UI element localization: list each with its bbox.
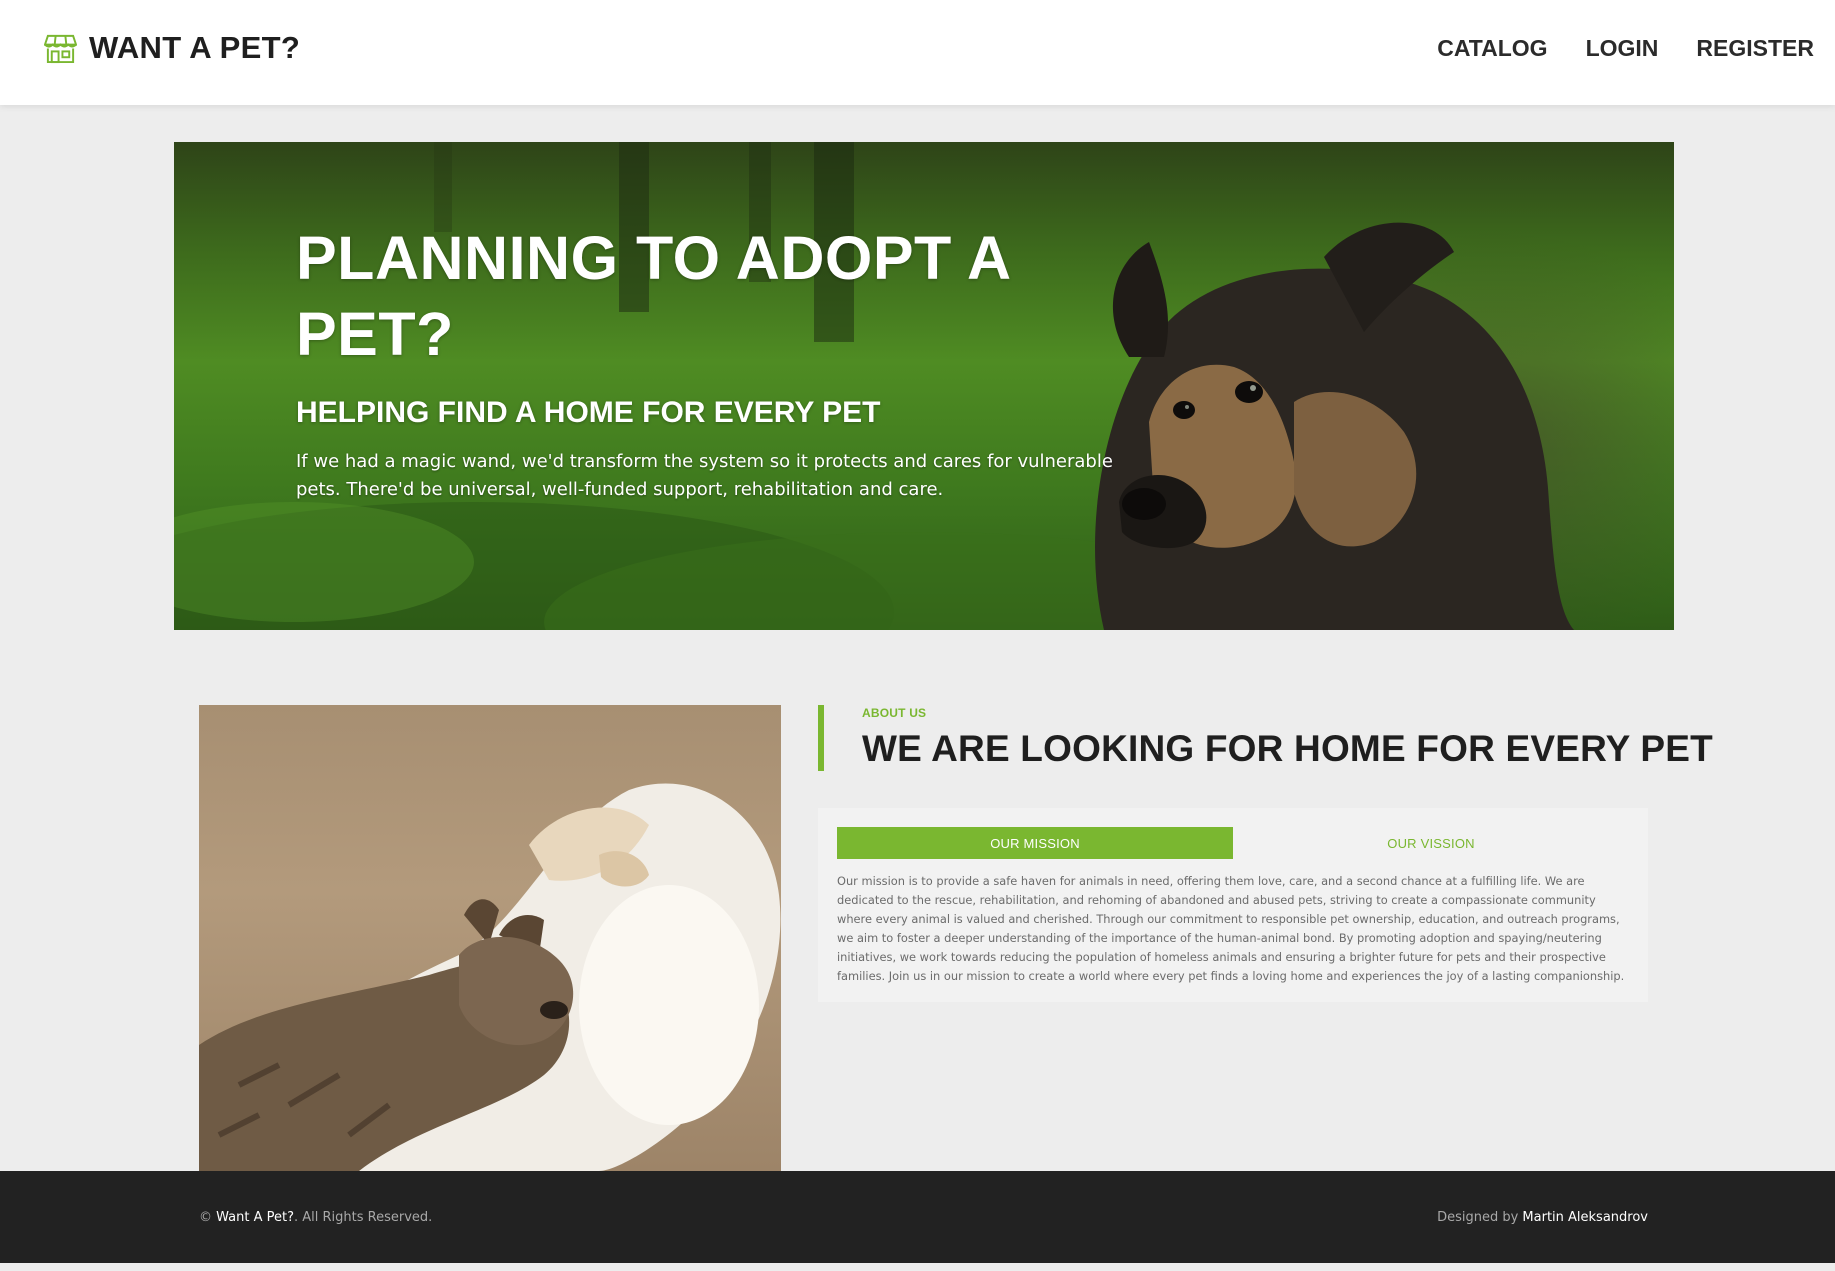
- mission-tabs-panel: OUR MISSION OUR VISSION Our mission is t…: [818, 808, 1648, 1002]
- about-pets-image: [199, 705, 781, 1171]
- site-footer: © Want A Pet?. All Rights Reserved. Desi…: [0, 1171, 1835, 1263]
- nav-catalog-link[interactable]: CATALOG: [1437, 35, 1547, 62]
- page-bottom-strip: [0, 1263, 1835, 1271]
- about-tag: ABOUT US: [862, 706, 927, 720]
- hero-title: PLANNING TO ADOPT A PET?: [296, 224, 1010, 368]
- tab-our-mission[interactable]: OUR MISSION: [837, 827, 1233, 859]
- tab-our-vision[interactable]: OUR VISSION: [1233, 827, 1629, 859]
- hero-banner: PLANNING TO ADOPT A PET? HELPING FIND A …: [174, 142, 1674, 630]
- about-heading-block: ABOUT US WE ARE LOOKING FOR HOME FOR EVE…: [818, 705, 1713, 771]
- storefront-icon: [44, 34, 77, 63]
- about-title: WE ARE LOOKING FOR HOME FOR EVERY PET: [862, 728, 1713, 769]
- hero-description: If we had a magic wand, we'd transform t…: [296, 451, 1113, 500]
- hero-subtitle: HELPING FIND A HOME FOR EVERY PET: [296, 396, 881, 429]
- designer-credit: Designed by Martin Aleksandrov: [1437, 1210, 1648, 1225]
- tab-list: OUR MISSION OUR VISSION: [837, 827, 1629, 859]
- designer-link[interactable]: Martin Aleksandrov: [1522, 1210, 1648, 1225]
- brand-name: WANT A PET?: [89, 30, 301, 65]
- footer-site-link[interactable]: Want A Pet?: [216, 1210, 294, 1225]
- nav-register-link[interactable]: REGISTER: [1696, 35, 1814, 62]
- copyright-symbol: ©: [199, 1210, 212, 1225]
- copyright-text: © Want A Pet?. All Rights Reserved.: [199, 1210, 432, 1225]
- nav-login-link[interactable]: LOGIN: [1586, 35, 1659, 62]
- designed-by-label: Designed by: [1437, 1210, 1519, 1225]
- brand-logo[interactable]: WANT A PET?: [44, 30, 300, 66]
- site-header: WANT A PET? CATALOG LOGIN REGISTER: [0, 0, 1835, 105]
- rights-text: . All Rights Reserved.: [294, 1210, 433, 1225]
- main-nav: CATALOG LOGIN REGISTER: [1399, 35, 1814, 62]
- tab-content-text: Our mission is to provide a safe haven f…: [837, 874, 1625, 983]
